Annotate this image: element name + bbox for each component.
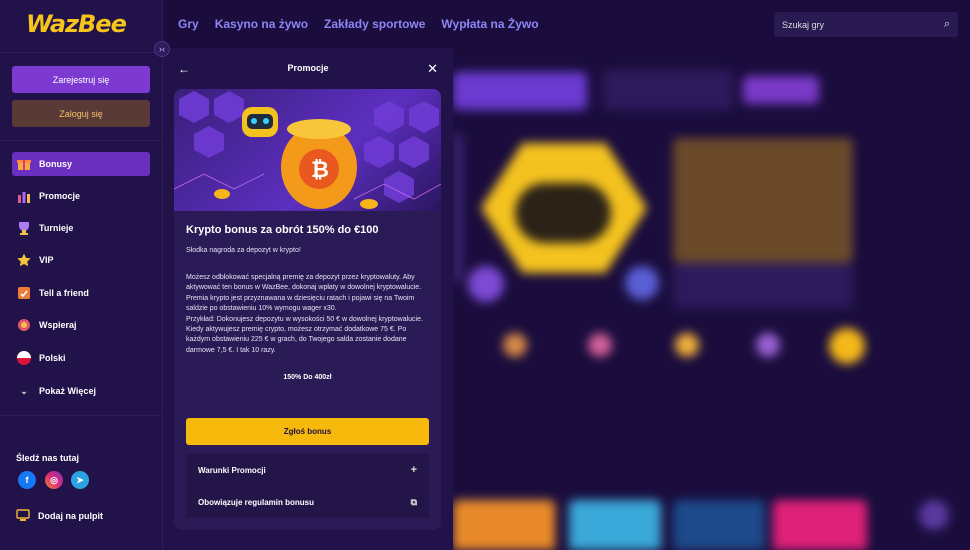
promo-subtitle: Słodka nagroda za depozyt w krypto!	[186, 247, 301, 254]
search-icon[interactable]: ⌕	[944, 18, 950, 31]
sidebar-item-label: Promocje	[39, 191, 81, 201]
add-to-desktop-button[interactable]: Dodaj na pulpit	[16, 508, 103, 524]
chevron-down-icon: ⌄	[20, 385, 28, 396]
sidebar-item-tell-a-friend[interactable]: Tell a friend	[12, 281, 150, 305]
search-input[interactable]	[782, 19, 932, 30]
promo-banner-image: ₿	[174, 89, 441, 211]
support-icon	[16, 317, 32, 333]
accordion-label: Warunki Promocji	[198, 465, 266, 475]
telegram-icon[interactable]: ➤	[71, 471, 89, 489]
sidebar-item-polski[interactable]: Polski	[12, 346, 150, 370]
sidebar-item-label: Bonusy	[39, 159, 73, 169]
promo-description: Możesz odblokować specjalną premię za de…	[186, 273, 431, 356]
desktop-icon	[16, 508, 30, 524]
promo-paragraph: Przykład: Dokonujesz depozytu w wysokośc…	[186, 315, 423, 354]
sidebar-item-turnieje[interactable]: Turnieje	[12, 216, 150, 240]
sidebar-item-promocje[interactable]: Promocje	[12, 184, 150, 208]
sidebar-item-label: Polski	[39, 353, 66, 363]
poland-flag-icon	[16, 350, 32, 366]
logo[interactable]: WazBee	[26, 10, 127, 38]
sidebar-item-label: Pokaż Więcej	[39, 386, 96, 396]
star-icon	[16, 252, 32, 268]
claim-bonus-button[interactable]: Zgłoś bonus	[186, 418, 429, 445]
sidebar-item-label: Turnieje	[39, 223, 74, 233]
promo-paragraph: Możesz odblokować specjalną premię za de…	[186, 274, 422, 292]
plus-icon[interactable]: +	[411, 464, 417, 476]
trophy-icon	[16, 220, 32, 236]
promo-card: ₿ Krypto bonus za obrót 150% do €100 Sło…	[174, 89, 441, 530]
sidebar: WazBee Zarejestruj się Zaloguj się Bonus…	[0, 0, 163, 550]
promotions-icon	[16, 188, 32, 204]
facebook-icon[interactable]: f	[18, 471, 36, 489]
promo-title: Krypto bonus za obrót 150% do €100	[186, 224, 379, 236]
search-box[interactable]: ⌕	[774, 12, 958, 37]
sidebar-item-label: Wspieraj	[39, 320, 77, 330]
top-nav: Gry Kasyno na żywo Zakłady sportowe Wypł…	[178, 17, 539, 31]
collapse-icon[interactable]: ›‹	[154, 41, 170, 57]
bonus-rules-link[interactable]: Obowiązuje regulamin bonusu ⧉	[186, 486, 429, 518]
background-content	[453, 48, 970, 550]
topnav-live-casino[interactable]: Kasyno na żywo	[215, 17, 308, 31]
promotions-panel: Promocje ← ✕ ₿ Krypto bonus za obrót 150…	[163, 48, 453, 550]
share-icon	[16, 285, 32, 301]
sidebar-item-bonusy[interactable]: Bonusy	[12, 152, 150, 176]
topnav-live-payout[interactable]: Wypłata na Żywo	[441, 17, 538, 31]
accordion-label: Obowiązuje regulamin bonusu	[198, 497, 315, 507]
external-link-icon[interactable]: ⧉	[411, 497, 417, 508]
divider	[0, 140, 163, 141]
sidebar-item-show-more[interactable]: ⌄ Pokaż Więcej	[12, 379, 150, 403]
panel-title: Promocje	[287, 63, 329, 73]
promo-caption: 150% Do 400zł	[283, 374, 332, 381]
back-arrow-icon[interactable]: ←	[178, 62, 190, 76]
panel-header: Promocje	[163, 48, 453, 88]
topnav-games[interactable]: Gry	[178, 17, 199, 31]
divider	[0, 415, 163, 416]
sidebar-item-vip[interactable]: VIP	[12, 248, 150, 272]
divider	[0, 52, 163, 53]
gift-icon	[16, 156, 32, 172]
topnav-sports[interactable]: Zakłady sportowe	[324, 17, 425, 31]
close-icon[interactable]: ✕	[427, 61, 438, 77]
sidebar-item-label: Tell a friend	[39, 288, 89, 298]
register-button[interactable]: Zarejestruj się	[12, 66, 150, 93]
svg-text:₿: ₿	[311, 158, 329, 183]
follow-title: Śledź nas tutaj	[16, 453, 80, 463]
login-button[interactable]: Zaloguj się	[12, 100, 150, 127]
promo-paragraph: Premia krypto jest przyznawana w dziesię…	[186, 294, 415, 313]
promo-terms-accordion[interactable]: Warunki Promocji +	[186, 454, 429, 486]
instagram-icon[interactable]: ◎	[45, 471, 63, 489]
sidebar-item-label: VIP	[39, 255, 54, 265]
sidebar-item-wspieraj[interactable]: Wspieraj	[12, 313, 150, 337]
add-desktop-label: Dodaj na pulpit	[38, 511, 103, 521]
